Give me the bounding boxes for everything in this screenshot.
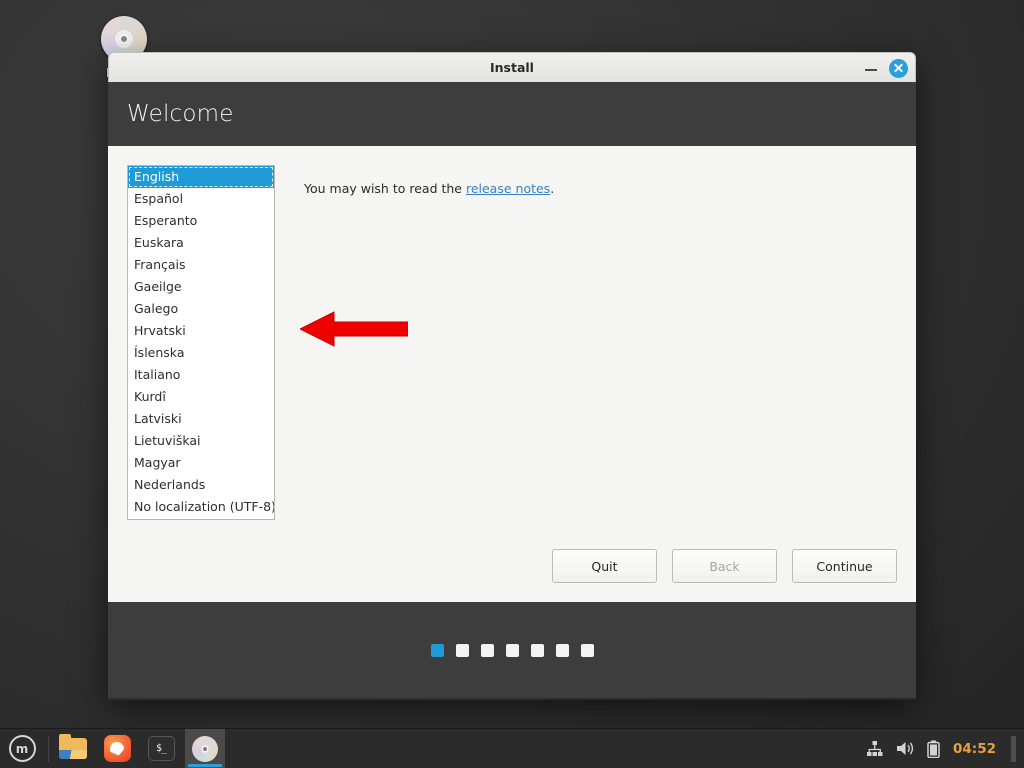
pager-dot [505, 643, 519, 657]
release-text-before: You may wish to read the [304, 181, 466, 196]
language-item[interactable]: Esperanto [128, 210, 274, 232]
files-icon [59, 734, 87, 759]
language-item[interactable]: English [128, 166, 274, 188]
menu-button[interactable]: m [0, 729, 44, 768]
volume-icon[interactable] [896, 740, 914, 757]
language-item[interactable]: Français [128, 254, 274, 276]
language-item[interactable]: Nederlands [128, 474, 274, 496]
desktop: Install Install Welcome EnglishEspañolEs… [0, 0, 1024, 768]
language-item[interactable]: Italiano [128, 364, 274, 386]
install-window: Install Welcome English Español Esperanto E… [108, 52, 916, 700]
launcher-files[interactable] [53, 729, 93, 768]
quit-button[interactable]: Quit [552, 549, 657, 583]
right-pane: You may wish to read the release notes. [275, 165, 916, 602]
system-tray: 04:52 [866, 735, 1024, 762]
wizard-buttons: Quit Back Continue [552, 549, 897, 583]
language-item[interactable]: Español [128, 188, 274, 210]
wizard-pager [108, 602, 916, 698]
installer-window-icon [192, 735, 218, 762]
language-item[interactable]: Latviski [128, 408, 274, 430]
language-item[interactable]: Lietuviškai [128, 430, 274, 452]
language-item[interactable]: Hrvatski [128, 320, 274, 342]
window-title: Install [490, 60, 534, 75]
pager-dot [555, 643, 569, 657]
pager-dot [430, 643, 444, 657]
network-icon[interactable] [866, 740, 883, 757]
pager-dot [580, 643, 594, 657]
language-item[interactable]: Kurdî [128, 386, 274, 408]
pager-dot [480, 643, 494, 657]
window-controls [863, 53, 908, 83]
pager-dot [455, 643, 469, 657]
language-item[interactable]: Galego [128, 298, 274, 320]
page-title: Welcome [127, 101, 234, 127]
back-button: Back [672, 549, 777, 583]
taskbar-separator [48, 735, 49, 762]
firefox-icon [103, 735, 131, 762]
launcher-terminal[interactable]: $_ [141, 729, 181, 768]
release-text-after: . [550, 181, 555, 196]
wizard-content: English Español Esperanto Euskara Français Ga… [108, 146, 916, 602]
language-item[interactable]: Euskara [128, 232, 274, 254]
language-item[interactable]: Gaeilge [128, 276, 274, 298]
taskbar: m $_ 04:52 [0, 728, 1024, 768]
close-icon[interactable] [889, 58, 908, 78]
language-item[interactable]: Íslenska [128, 342, 274, 364]
pager-dot [530, 643, 544, 657]
window-titlebar[interactable]: Install [108, 52, 916, 82]
release-notes-text: You may wish to read the release notes. [304, 181, 916, 196]
continue-button[interactable]: Continue [792, 549, 897, 583]
wizard-header: Welcome [108, 82, 916, 146]
release-notes-link[interactable]: release notes [466, 181, 550, 196]
language-list[interactable]: English Español Esperanto Euskara Français Ga… [127, 165, 275, 520]
tray-handle[interactable] [1011, 735, 1016, 762]
launcher-firefox[interactable] [97, 729, 137, 768]
battery-icon[interactable] [927, 740, 940, 758]
minimize-icon[interactable] [863, 60, 879, 76]
language-item[interactable]: No localization (UTF-8) [128, 496, 274, 518]
clock[interactable]: 04:52 [953, 741, 996, 757]
language-item[interactable]: Magyar [128, 452, 274, 474]
taskbar-window-install[interactable] [185, 728, 225, 768]
linux-mint-logo-icon: m [8, 735, 36, 762]
terminal-icon: $_ [147, 736, 175, 761]
taskbar-launchers: $_ [53, 728, 225, 768]
